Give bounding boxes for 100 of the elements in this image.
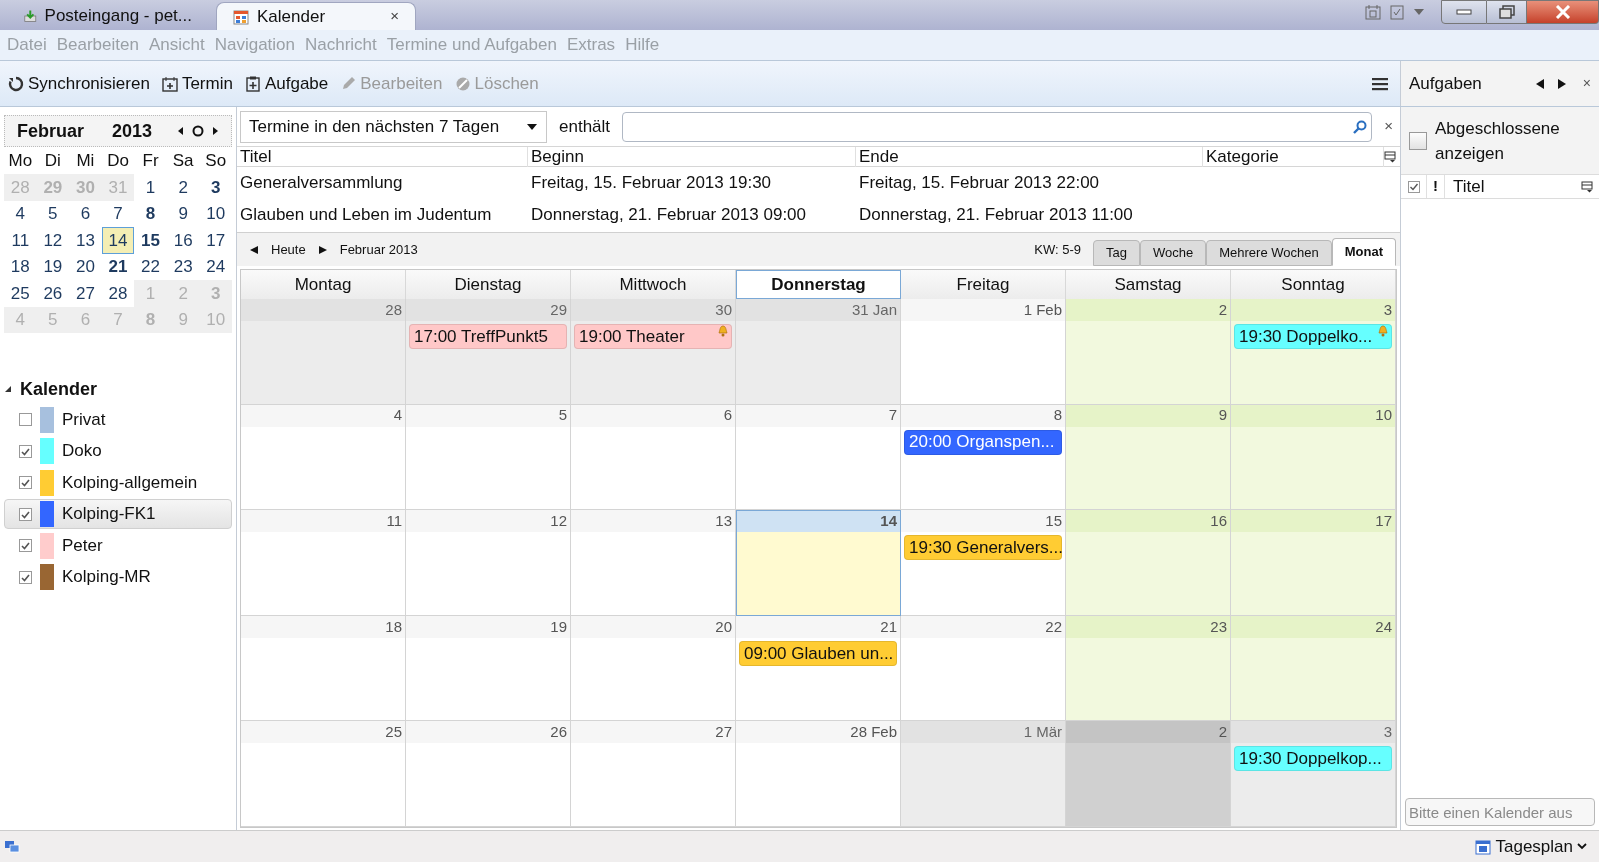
checkbox[interactable] bbox=[19, 413, 32, 426]
column-header[interactable]: Titel bbox=[237, 146, 528, 167]
day-cell[interactable]: 9 bbox=[1066, 404, 1231, 511]
view-dropdown[interactable]: Tagesplan bbox=[1475, 833, 1587, 860]
event-chip[interactable]: 19:30 Doppelkop... bbox=[1234, 746, 1392, 772]
close-button[interactable] bbox=[1527, 0, 1599, 24]
day-cell[interactable]: 3 bbox=[199, 174, 232, 201]
day-cell[interactable]: 27 bbox=[69, 280, 102, 307]
tab[interactable]: Posteingang - pet... bbox=[8, 2, 208, 30]
checkbox[interactable] bbox=[19, 444, 32, 458]
calendar-item[interactable]: Kolping-FK1 bbox=[4, 499, 232, 529]
event-chip[interactable]: 19:30 Doppelko... bbox=[1234, 324, 1392, 349]
close-button[interactable]: × bbox=[1582, 73, 1591, 94]
today-icon[interactable] bbox=[192, 125, 204, 137]
toolbar-button[interactable]: Aufgabe bbox=[244, 70, 329, 97]
day-cell[interactable]: 25 bbox=[4, 280, 37, 307]
previous-icon[interactable] bbox=[1534, 77, 1545, 90]
day-cell[interactable]: 14 bbox=[101, 227, 135, 254]
tab[interactable]: Kalender × bbox=[216, 2, 416, 30]
day-cell[interactable]: 30 19:00 Theater bbox=[571, 299, 736, 405]
day-cell[interactable]: 23 bbox=[166, 253, 200, 280]
day-cell[interactable]: 21 bbox=[101, 253, 135, 280]
next-icon[interactable] bbox=[1556, 77, 1567, 90]
day-cell[interactable]: 2 bbox=[1066, 299, 1231, 405]
close-button[interactable]: × bbox=[1384, 115, 1393, 138]
day-cell[interactable]: 12 bbox=[36, 227, 70, 254]
previous-icon[interactable] bbox=[177, 126, 184, 136]
search-field[interactable] bbox=[622, 111, 1373, 142]
column-header[interactable]: Ende bbox=[856, 146, 1203, 167]
day-cell[interactable]: 21 09:00 Glauben un... bbox=[736, 615, 901, 722]
calendar-item[interactable]: Kolping-MR bbox=[4, 562, 232, 592]
day-cell[interactable]: 4 bbox=[4, 200, 37, 227]
checkbox[interactable] bbox=[19, 539, 32, 552]
column-header[interactable]: Titel bbox=[1445, 173, 1581, 200]
day-cell[interactable]: 26 bbox=[36, 280, 70, 307]
day-cell[interactable]: 10 bbox=[1231, 404, 1396, 511]
range-dropdown[interactable]: Termine in den nächsten 7 Tagen bbox=[240, 110, 547, 143]
day-cell[interactable]: 1 Mär bbox=[901, 721, 1066, 827]
view-tab[interactable]: Woche bbox=[1140, 240, 1207, 266]
day-cell[interactable]: 1 bbox=[134, 174, 167, 201]
day-cell[interactable]: 6 bbox=[69, 200, 102, 227]
collapse-icon[interactable] bbox=[4, 385, 12, 393]
day-cell[interactable]: 2 bbox=[1066, 721, 1231, 827]
day-cell[interactable]: 10 bbox=[199, 200, 232, 227]
day-cell[interactable]: 28 bbox=[101, 280, 135, 307]
event-chip[interactable]: 19:30 Generalvers... bbox=[904, 535, 1062, 561]
column-picker-icon[interactable] bbox=[1384, 150, 1396, 163]
day-cell[interactable]: 11 bbox=[4, 227, 37, 254]
network-icon[interactable] bbox=[4, 839, 20, 854]
search-icon[interactable] bbox=[1353, 119, 1368, 134]
calendar-item[interactable]: Privat bbox=[4, 404, 232, 435]
day-cell[interactable]: 23 bbox=[1066, 615, 1231, 722]
day-cell[interactable]: 12 bbox=[406, 510, 571, 616]
day-cell[interactable]: 15 bbox=[134, 227, 167, 254]
checkbox[interactable] bbox=[19, 570, 32, 584]
day-cell[interactable]: 1 Feb bbox=[901, 299, 1066, 405]
day-cell[interactable]: 28 bbox=[241, 299, 406, 405]
input-field[interactable]: Bitte einen Kalender aus bbox=[1405, 798, 1595, 826]
day-cell[interactable]: 9 bbox=[166, 200, 200, 227]
toolbar-button[interactable]: Termin bbox=[161, 70, 233, 97]
day-cell[interactable]: 7 bbox=[101, 200, 135, 227]
day-cell[interactable]: 20 bbox=[571, 615, 736, 722]
day-cell[interactable]: 6 bbox=[571, 404, 736, 511]
column-header[interactable]: Kategorie bbox=[1203, 146, 1384, 167]
view-tab[interactable]: Mehrere Wochen bbox=[1206, 240, 1332, 266]
day-cell[interactable]: 24 bbox=[1231, 615, 1396, 722]
next-icon[interactable] bbox=[317, 244, 328, 255]
day-cell[interactable]: 7 bbox=[736, 404, 901, 511]
day-cell[interactable]: 17 bbox=[199, 227, 232, 254]
menu-icon[interactable] bbox=[1372, 76, 1388, 91]
day-cell[interactable]: 19 bbox=[36, 253, 70, 280]
checkbox[interactable] bbox=[1409, 131, 1427, 150]
day-cell[interactable]: 8 20:00 Organspen... bbox=[901, 404, 1066, 511]
event-chip[interactable]: 09:00 Glauben un... bbox=[739, 640, 897, 666]
day-cell[interactable]: 19 bbox=[406, 615, 571, 722]
day-cell[interactable]: 2 bbox=[166, 174, 200, 201]
month-label[interactable]: Februar bbox=[17, 117, 112, 145]
day-cell[interactable]: 8 bbox=[134, 200, 167, 227]
day-cell[interactable]: 25 bbox=[241, 721, 406, 827]
day-cell[interactable]: 3 19:30 Doppelkop... bbox=[1231, 721, 1396, 827]
event-chip[interactable]: 17:00 TreffPunkt5 bbox=[409, 324, 567, 349]
day-cell[interactable]: 18 bbox=[4, 253, 37, 280]
day-cell[interactable]: 5 bbox=[406, 404, 571, 511]
today-button[interactable]: Heute bbox=[271, 239, 306, 260]
calendar-item[interactable]: Doko bbox=[4, 436, 232, 466]
checkbox[interactable] bbox=[19, 476, 32, 489]
day-cell[interactable]: 22 bbox=[134, 253, 167, 280]
day-cell[interactable]: 28 Feb bbox=[736, 721, 901, 827]
day-cell[interactable]: 16 bbox=[1066, 510, 1231, 616]
day-cell[interactable]: 4 bbox=[241, 404, 406, 511]
close-button[interactable]: × bbox=[390, 5, 399, 28]
dropdown-arrow-icon[interactable] bbox=[1413, 8, 1425, 16]
year-label[interactable]: 2013 bbox=[112, 117, 177, 145]
day-cell[interactable]: 14 bbox=[736, 510, 901, 616]
calendar-item[interactable]: Peter bbox=[4, 530, 232, 561]
day-cell[interactable]: 3 19:30 Doppelko... bbox=[1231, 299, 1396, 405]
next-icon[interactable] bbox=[212, 126, 219, 136]
calendar-item[interactable]: Kolping-allgemein bbox=[4, 467, 232, 498]
day-cell[interactable]: 13 bbox=[69, 227, 102, 254]
day-cell[interactable]: 31 Jan bbox=[736, 299, 901, 405]
